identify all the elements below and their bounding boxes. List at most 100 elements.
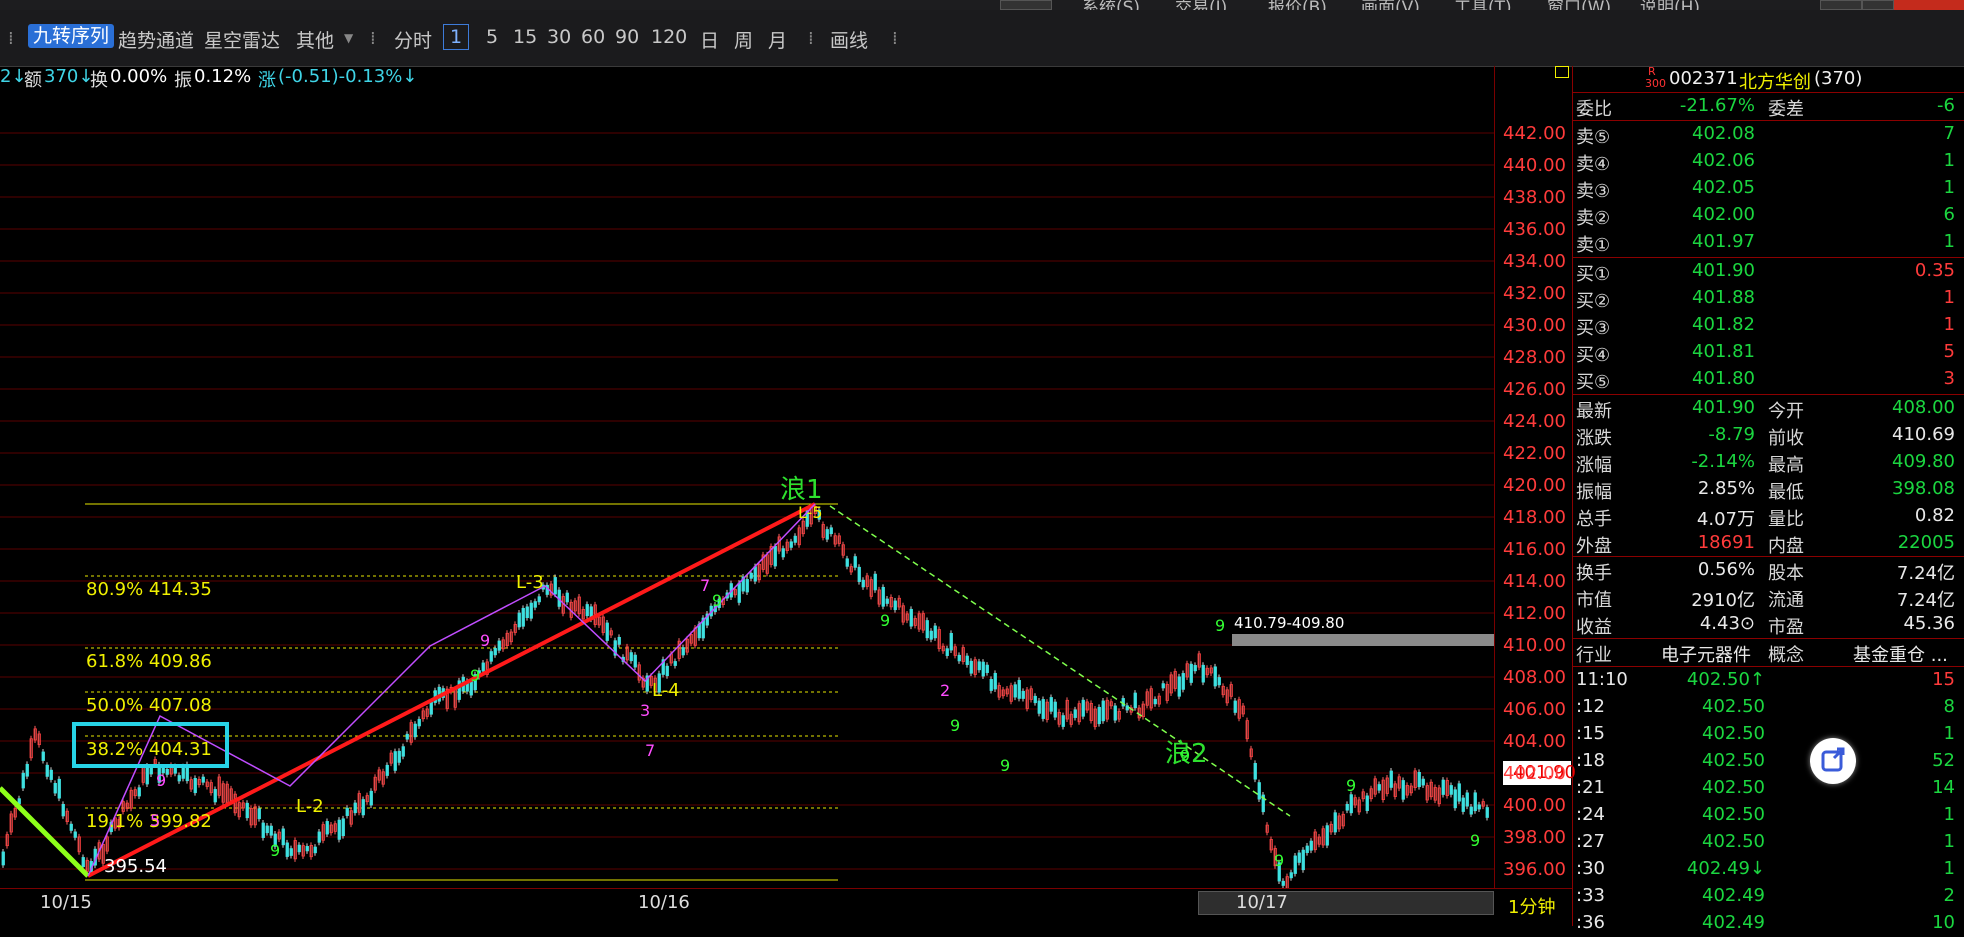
candle-body xyxy=(1053,701,1057,718)
tick-row[interactable]: :21 402.50 14 xyxy=(1573,775,1964,802)
price-tick-label: 432.00 xyxy=(1503,283,1566,304)
buy-order-row[interactable]: 买② 401.88 1 xyxy=(1573,285,1964,312)
candle-body xyxy=(313,846,317,854)
tick-row[interactable]: 11:10 402.50↑ 15 xyxy=(1573,667,1964,694)
candle-body xyxy=(181,766,185,779)
period-60min[interactable]: 60 xyxy=(581,26,605,48)
nine-turn-digit: 9 xyxy=(270,841,280,860)
dropdown-caret-icon[interactable]: ▼ xyxy=(344,31,353,45)
candle-body xyxy=(41,751,45,761)
candle-body xyxy=(1469,806,1473,815)
window-button-left[interactable] xyxy=(1000,0,1052,10)
stat-row[interactable]: 收益 4.43⊙ 市盈 45.36 xyxy=(1573,611,1964,638)
tool-star-radar[interactable]: 星空雷达 xyxy=(204,26,280,53)
candle-body xyxy=(665,665,669,677)
nine-turn-digit: 7 xyxy=(700,576,710,595)
candle-body xyxy=(1485,807,1489,818)
close-button[interactable] xyxy=(1894,0,1964,10)
candle-body xyxy=(1281,880,1285,886)
nine-turn-digit: 5 xyxy=(150,811,160,830)
candle-body xyxy=(1041,699,1045,719)
candle-body xyxy=(397,750,401,763)
candle-body xyxy=(413,723,417,738)
price-tick-label: 424.00 xyxy=(1503,411,1566,432)
period-1min[interactable]: 1 xyxy=(443,24,470,50)
sell-order-row[interactable]: 卖① 401.97 1 xyxy=(1573,229,1964,256)
nine-turn-digit: 2 xyxy=(940,681,950,700)
concept-value[interactable]: 基金重仓 ... xyxy=(1853,641,1948,667)
candle-body xyxy=(493,648,497,656)
period-month[interactable]: 月 xyxy=(768,26,787,53)
period-15min[interactable]: 15 xyxy=(513,26,537,48)
candle-body xyxy=(345,807,349,816)
tick-volume: 15 xyxy=(1932,669,1955,690)
period-120min[interactable]: 120 xyxy=(651,26,687,48)
candle-body xyxy=(929,630,933,640)
candle-body xyxy=(177,775,181,782)
stat-row[interactable]: 最新 401.90 今开 408.00 xyxy=(1573,395,1964,422)
toolbar-grip-icon: ⁞ xyxy=(8,28,14,49)
candle-body xyxy=(825,529,829,540)
stat-value: 2.85% xyxy=(1697,478,1755,499)
order-volume: 1 xyxy=(1943,150,1955,171)
floating-share-button[interactable] xyxy=(1810,738,1856,784)
price-tick-label: 438.00 xyxy=(1503,187,1566,208)
period-5min[interactable]: 5 xyxy=(486,26,498,48)
stat-row[interactable]: 涨跌 -8.79 前收 410.69 xyxy=(1573,422,1964,449)
candle-body xyxy=(633,654,637,668)
order-label: 卖② xyxy=(1576,208,1611,229)
tick-row[interactable]: :24 402.50 1 xyxy=(1573,802,1964,829)
sell-order-row[interactable]: 卖⑤ 402.08 7 xyxy=(1573,121,1964,148)
kline-chart[interactable]: 80.9% 414.35 61.8% 409.86 50.0% 407.08 3… xyxy=(0,66,1494,888)
order-price: 402.00 xyxy=(1692,204,1755,225)
candle-body xyxy=(1417,771,1421,788)
period-day[interactable]: 日 xyxy=(700,26,719,53)
tool-other[interactable]: 其他 xyxy=(296,26,334,53)
stat-row[interactable]: 外盘 18691 内盘 22005 xyxy=(1573,530,1964,557)
period-90min[interactable]: 90 xyxy=(615,26,639,48)
sell-order-row[interactable]: 卖② 402.00 6 xyxy=(1573,202,1964,229)
tool-draw-line[interactable]: 画线 xyxy=(830,26,868,53)
stat-row[interactable]: 换手 0.56% 股本 7.24亿 xyxy=(1573,557,1964,584)
tick-row[interactable]: :15 402.50 1 xyxy=(1573,721,1964,748)
candle-body xyxy=(1349,794,1353,814)
maximize-button[interactable] xyxy=(1862,0,1894,10)
tick-row[interactable]: :36 402.49 10 xyxy=(1573,910,1964,937)
buy-order-row[interactable]: 买① 401.90 0.35 xyxy=(1573,258,1964,285)
price-tick-label: 400.00 xyxy=(1503,795,1566,816)
period-timeshare[interactable]: 分时 xyxy=(394,26,432,53)
tick-time: :18 xyxy=(1576,750,1605,771)
candle-body xyxy=(737,582,741,603)
candlestick-series xyxy=(1,503,1489,888)
period-week[interactable]: 周 xyxy=(734,26,753,53)
tool-trend-channel[interactable]: 趋势通道 xyxy=(118,26,194,53)
tick-row[interactable]: :18 402.50 52 xyxy=(1573,748,1964,775)
stat-row[interactable]: 总手 4.07万 量比 0.82 xyxy=(1573,503,1964,530)
period-label[interactable]: 1分钟 xyxy=(1508,893,1555,919)
stat-row[interactable]: 市值 2910亿 流通 7.24亿 xyxy=(1573,584,1964,611)
range-label: 410.79-409.80 xyxy=(1234,614,1344,632)
tick-row[interactable]: :30 402.49↓ 1 xyxy=(1573,856,1964,883)
minimize-button[interactable] xyxy=(1820,0,1862,10)
sell-order-row[interactable]: 卖④ 402.06 1 xyxy=(1573,148,1964,175)
buy-order-row[interactable]: 买④ 401.81 5 xyxy=(1573,339,1964,366)
panel-toggle-icon[interactable] xyxy=(1555,66,1569,78)
price-tick-label: 428.00 xyxy=(1503,347,1566,368)
candle-body xyxy=(137,787,141,797)
period-30min[interactable]: 30 xyxy=(547,26,571,48)
tick-row[interactable]: :27 402.50 1 xyxy=(1573,829,1964,856)
industry-value[interactable]: 电子元器件 xyxy=(1661,641,1751,667)
tick-row[interactable]: :33 402.49 2 xyxy=(1573,883,1964,910)
sell-order-row[interactable]: 卖③ 402.05 1 xyxy=(1573,175,1964,202)
stat-row[interactable]: 振幅 2.85% 最低 398.08 xyxy=(1573,476,1964,503)
candle-body xyxy=(977,661,981,671)
candle-body xyxy=(1133,692,1137,709)
candle-body xyxy=(789,541,793,548)
buy-order-row[interactable]: 买③ 401.82 1 xyxy=(1573,312,1964,339)
candle-body xyxy=(1453,789,1457,809)
buy-order-row[interactable]: 买⑤ 401.80 3 xyxy=(1573,366,1964,393)
stat-row[interactable]: 涨幅 -2.14% 最高 409.80 xyxy=(1573,449,1964,476)
tick-row[interactable]: :12 402.50 8 xyxy=(1573,694,1964,721)
tick-time: 11:10 xyxy=(1576,669,1628,690)
tool-nine-turn[interactable]: 九转序列 xyxy=(28,24,115,48)
